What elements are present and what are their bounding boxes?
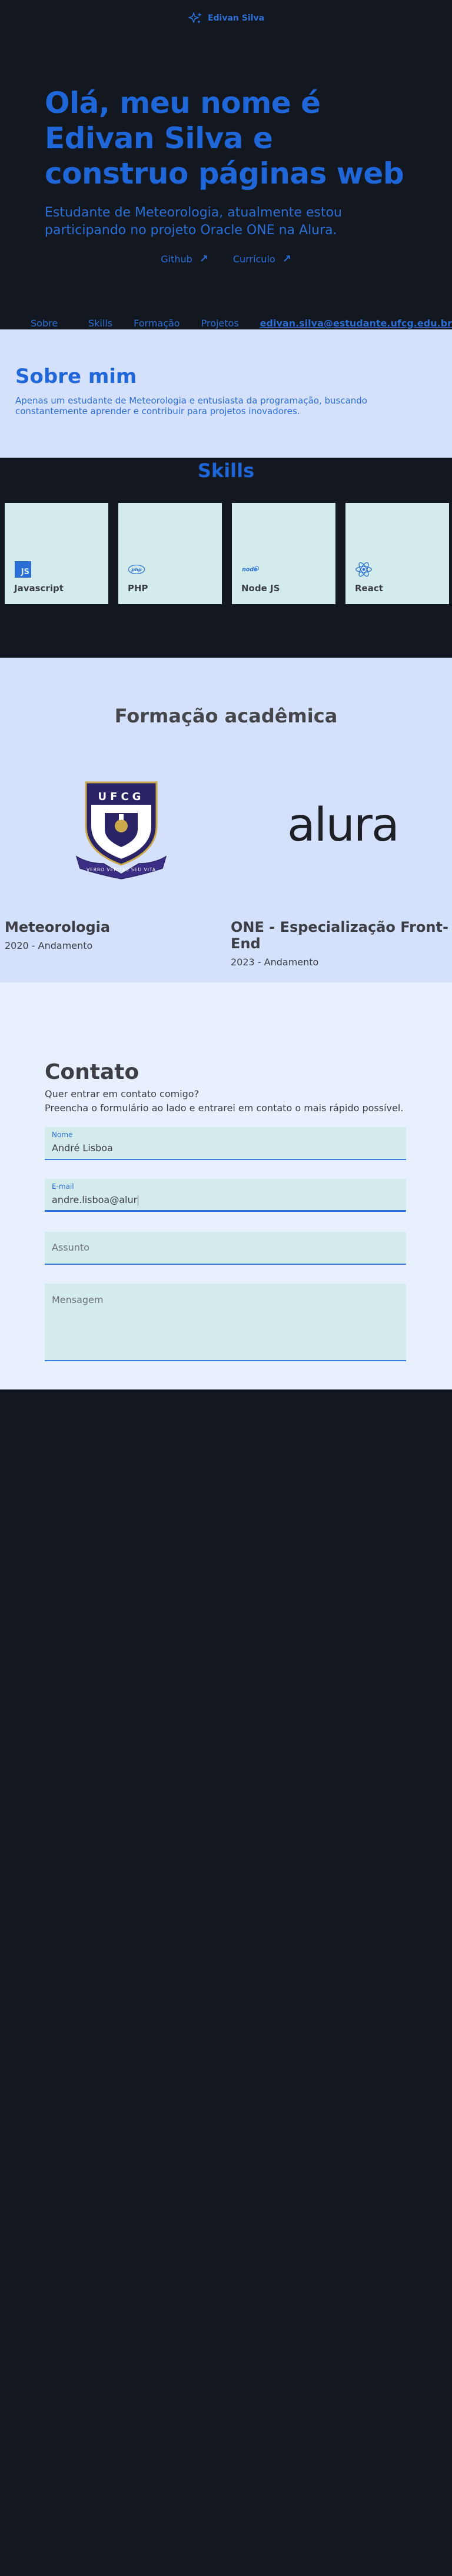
email-field[interactable]: E-mail andre.lisboa@alur xyxy=(45,1179,406,1212)
javascript-icon: JS xyxy=(14,561,32,578)
name-field[interactable]: Nome André Lisboa xyxy=(45,1127,406,1160)
course-period: 2020 - Andamento xyxy=(5,940,93,951)
course-name: ONE - Especialização Front-End xyxy=(231,919,448,952)
svg-text:VERBO VERITAS SED VITA: VERBO VERITAS SED VITA xyxy=(87,867,156,872)
education-item: Meteorologia 2020 - Andamento xyxy=(5,919,110,951)
about-text: Apenas um estudante de Meteorologia e en… xyxy=(15,395,367,416)
subject-field[interactable]: Assunto xyxy=(45,1232,406,1265)
site-header: Edivan Silva xyxy=(0,11,452,26)
skill-card-php: php PHP xyxy=(118,503,222,604)
arrow-up-right-icon: ↗ xyxy=(282,253,291,265)
contact-title: Contato xyxy=(45,1060,139,1084)
course-name: Meteorologia xyxy=(5,919,111,935)
skill-card-nodejs: node Node JS xyxy=(232,503,335,604)
message-field[interactable]: Mensagem xyxy=(45,1284,406,1361)
arrow-up-right-icon: ↗ xyxy=(199,253,208,265)
svg-text:php: php xyxy=(131,566,142,572)
course-period: 2023 - Andamento xyxy=(231,957,319,968)
brand-name[interactable]: Edivan Silva xyxy=(208,14,264,23)
message-placeholder: Mensagem xyxy=(52,1294,104,1305)
email-field-label: E-mail xyxy=(52,1182,74,1191)
nodejs-icon: node xyxy=(241,561,259,578)
svg-text:UFCG: UFCG xyxy=(98,791,145,803)
about-section: Sobre mim Apenas um estudante de Meteoro… xyxy=(0,329,452,458)
react-icon xyxy=(355,561,373,578)
hero-section: Olá, meu nome é Edivan Silva e construo … xyxy=(45,85,421,239)
education-item: ONE - Especialização Front-End 2023 - An… xyxy=(231,919,452,968)
skill-name: Javascript xyxy=(14,583,64,594)
hero-subtitle: Estudante de Meteorologia, atualmente es… xyxy=(45,205,342,238)
skills-list: JS Javascript php PHP node Node JS React xyxy=(5,503,449,604)
contact-section: Contato Quer entrar em contato comigo? P… xyxy=(0,982,452,1389)
github-link[interactable]: Github ↗ xyxy=(161,253,208,265)
skill-name: Node JS xyxy=(241,583,280,594)
contact-lead: Quer entrar em contato comigo? Preencha … xyxy=(45,1088,404,1114)
education-section: Formação acadêmica UFCG VERBO VERITAS SE… xyxy=(0,658,452,982)
resume-link[interactable]: Currículo ↗ xyxy=(233,253,291,265)
github-link-label: Github xyxy=(161,254,192,265)
skill-card-javascript: JS Javascript xyxy=(5,503,108,604)
sparkle-icon xyxy=(188,12,202,24)
name-field-label: Nome xyxy=(52,1131,73,1139)
resume-link-label: Currículo xyxy=(232,254,275,265)
subject-placeholder: Assunto xyxy=(52,1242,89,1253)
skill-name: React xyxy=(355,583,383,594)
skill-name: PHP xyxy=(128,583,148,594)
name-field-value: André Lisboa xyxy=(52,1142,113,1154)
email-field-value: andre.lisboa@alur xyxy=(52,1194,139,1206)
hero-links: Github ↗ Currículo ↗ xyxy=(0,253,452,265)
alura-logo: alura xyxy=(287,799,400,852)
skills-title: Skills xyxy=(197,459,255,482)
php-icon: php xyxy=(128,561,145,578)
hero-title: Olá, meu nome é Edivan Silva e construo … xyxy=(45,86,404,191)
education-title: Formação acadêmica xyxy=(114,705,338,727)
skill-card-react: React xyxy=(345,503,449,604)
about-title: Sobre mim xyxy=(15,365,137,388)
ufcg-logo: UFCG VERBO VERITAS SED VITA xyxy=(68,775,174,884)
